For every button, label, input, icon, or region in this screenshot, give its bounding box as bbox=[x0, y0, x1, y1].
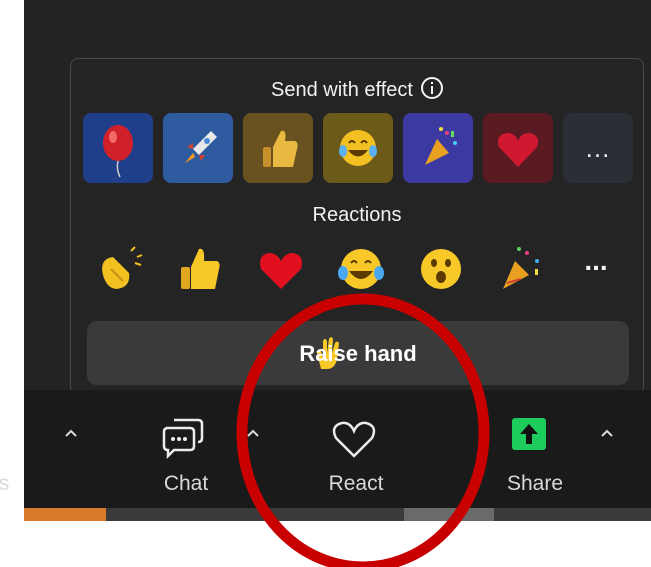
info-icon[interactable] bbox=[420, 77, 443, 99]
reaction-thumbs-up-button[interactable] bbox=[171, 239, 231, 299]
heart-icon bbox=[498, 133, 538, 167]
rocket-icon bbox=[185, 131, 217, 163]
more-reactions-button[interactable]: ... bbox=[576, 247, 616, 281]
party-popper-icon bbox=[503, 247, 539, 289]
reaction-clapping-hands-button[interactable] bbox=[89, 239, 149, 299]
chat-button-label[interactable]: Chat bbox=[136, 472, 236, 496]
reaction-red-heart-button[interactable] bbox=[251, 239, 311, 299]
effect-balloon-button[interactable] bbox=[83, 113, 153, 183]
more-effects-button[interactable]: ... bbox=[563, 113, 633, 183]
astonished-face-icon bbox=[421, 249, 461, 289]
send-with-effect-heading: Send with effect bbox=[71, 77, 643, 102]
more-effects-label: ... bbox=[585, 133, 611, 163]
reactions-heading: Reactions bbox=[312, 204, 402, 226]
tears-of-joy-icon bbox=[338, 249, 384, 289]
tears-of-joy-icon bbox=[339, 130, 377, 166]
react-button-label[interactable]: React bbox=[306, 472, 406, 496]
heart-outline-icon[interactable] bbox=[330, 418, 378, 460]
send-with-effect-label: Send with effect bbox=[271, 79, 413, 101]
effect-thumbs-up-button[interactable] bbox=[243, 113, 313, 183]
share-screen-icon[interactable] bbox=[512, 418, 546, 450]
effect-tears-of-joy-button[interactable] bbox=[323, 113, 393, 183]
red-heart-icon bbox=[260, 253, 302, 289]
raise-hand-label: Raise hand bbox=[299, 341, 417, 366]
raise-hand-button[interactable]: Raise hand bbox=[87, 321, 629, 385]
effect-rocket-button[interactable] bbox=[163, 113, 233, 183]
chevron-up-icon[interactable] bbox=[246, 426, 260, 440]
meeting-toolbar: s Chat React Share bbox=[0, 390, 651, 508]
chevron-up-icon[interactable] bbox=[64, 426, 78, 440]
partial-toolbar-label: s bbox=[0, 472, 10, 495]
reaction-astonished-button[interactable] bbox=[411, 239, 471, 299]
reaction-tears-of-joy-button[interactable] bbox=[331, 239, 391, 299]
party-popper-icon bbox=[425, 127, 457, 165]
balloon-icon bbox=[103, 125, 133, 178]
chevron-up-icon[interactable] bbox=[600, 426, 614, 440]
video-strip bbox=[24, 508, 651, 521]
thumbs-up-icon bbox=[181, 248, 220, 289]
share-button-label[interactable]: Share bbox=[485, 472, 585, 496]
thumbs-up-icon bbox=[263, 130, 298, 167]
reaction-party-popper-button[interactable] bbox=[491, 239, 551, 299]
chat-icon[interactable] bbox=[160, 416, 204, 460]
effect-heart-button[interactable] bbox=[483, 113, 553, 183]
video-strip-orange bbox=[24, 508, 106, 521]
clapping-hands-icon bbox=[102, 246, 143, 289]
reactions-popup: Send with effect ... Reactions ... Raise… bbox=[70, 58, 644, 394]
effect-party-popper-button[interactable] bbox=[403, 113, 473, 183]
video-strip-gray bbox=[404, 508, 494, 521]
